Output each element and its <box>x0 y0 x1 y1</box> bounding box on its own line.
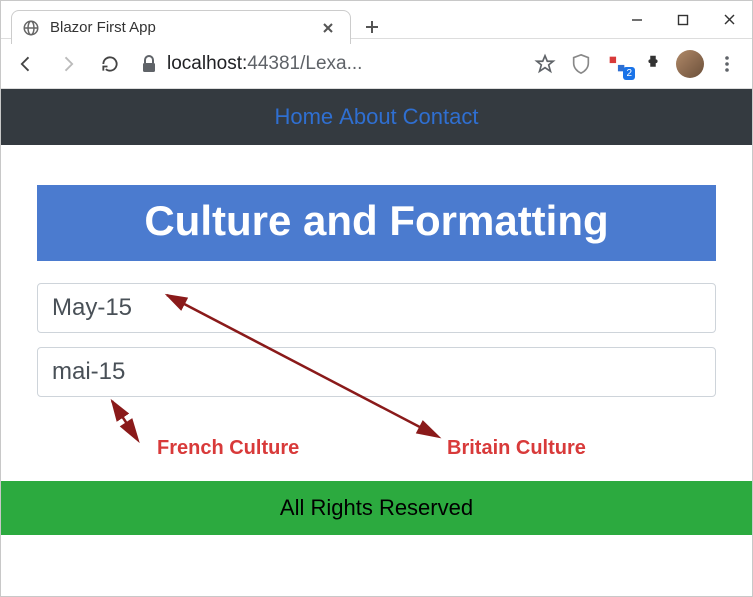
date-field-gb[interactable]: May-15 <box>37 283 716 333</box>
tab-title: Blazor First App <box>50 19 312 36</box>
shield-icon[interactable] <box>568 51 594 77</box>
annotation-layer: French Culture Britain Culture <box>37 411 716 471</box>
forward-button[interactable] <box>51 47 85 81</box>
reload-button[interactable] <box>93 47 127 81</box>
close-tab-button[interactable] <box>322 22 338 34</box>
star-icon[interactable] <box>532 51 558 77</box>
page-footer: All Rights Reserved <box>1 481 752 535</box>
tab-strip: Blazor First App <box>11 10 387 44</box>
date-field-fr[interactable]: mai-15 <box>37 347 716 397</box>
back-button[interactable] <box>9 47 43 81</box>
nav-about[interactable]: About <box>339 104 397 130</box>
maximize-button[interactable] <box>660 1 706 38</box>
lock-icon <box>141 55 157 73</box>
page-content: Home About Contact Culture and Formattin… <box>1 89 752 535</box>
page-title: Culture and Formatting <box>37 185 716 261</box>
browser-tab[interactable]: Blazor First App <box>11 10 351 44</box>
site-navbar: Home About Contact <box>1 89 752 145</box>
close-window-button[interactable] <box>706 1 752 38</box>
avatar[interactable] <box>676 50 704 78</box>
annotation-britain: Britain Culture <box>447 437 586 460</box>
extension-badge: 2 <box>623 67 635 80</box>
minimize-button[interactable] <box>614 1 660 38</box>
menu-icon[interactable] <box>714 51 740 77</box>
extension-icon[interactable]: 2 <box>604 51 630 77</box>
new-tab-button[interactable] <box>357 12 387 42</box>
nav-home[interactable]: Home <box>274 104 333 130</box>
globe-icon <box>22 19 40 37</box>
url-bar: localhost:44381/Lexa... 2 <box>1 39 752 89</box>
annotation-french: French Culture <box>157 437 299 460</box>
url-host: localhost:44381/Lexa... <box>167 53 362 75</box>
window-controls <box>614 1 752 38</box>
toolbar-icons: 2 <box>532 50 744 78</box>
puzzle-icon[interactable] <box>640 51 666 77</box>
main-area: Culture and Formatting May-15 mai-15 Fre… <box>1 145 752 481</box>
nav-contact[interactable]: Contact <box>403 104 479 130</box>
address-bar[interactable]: localhost:44381/Lexa... <box>135 53 524 75</box>
